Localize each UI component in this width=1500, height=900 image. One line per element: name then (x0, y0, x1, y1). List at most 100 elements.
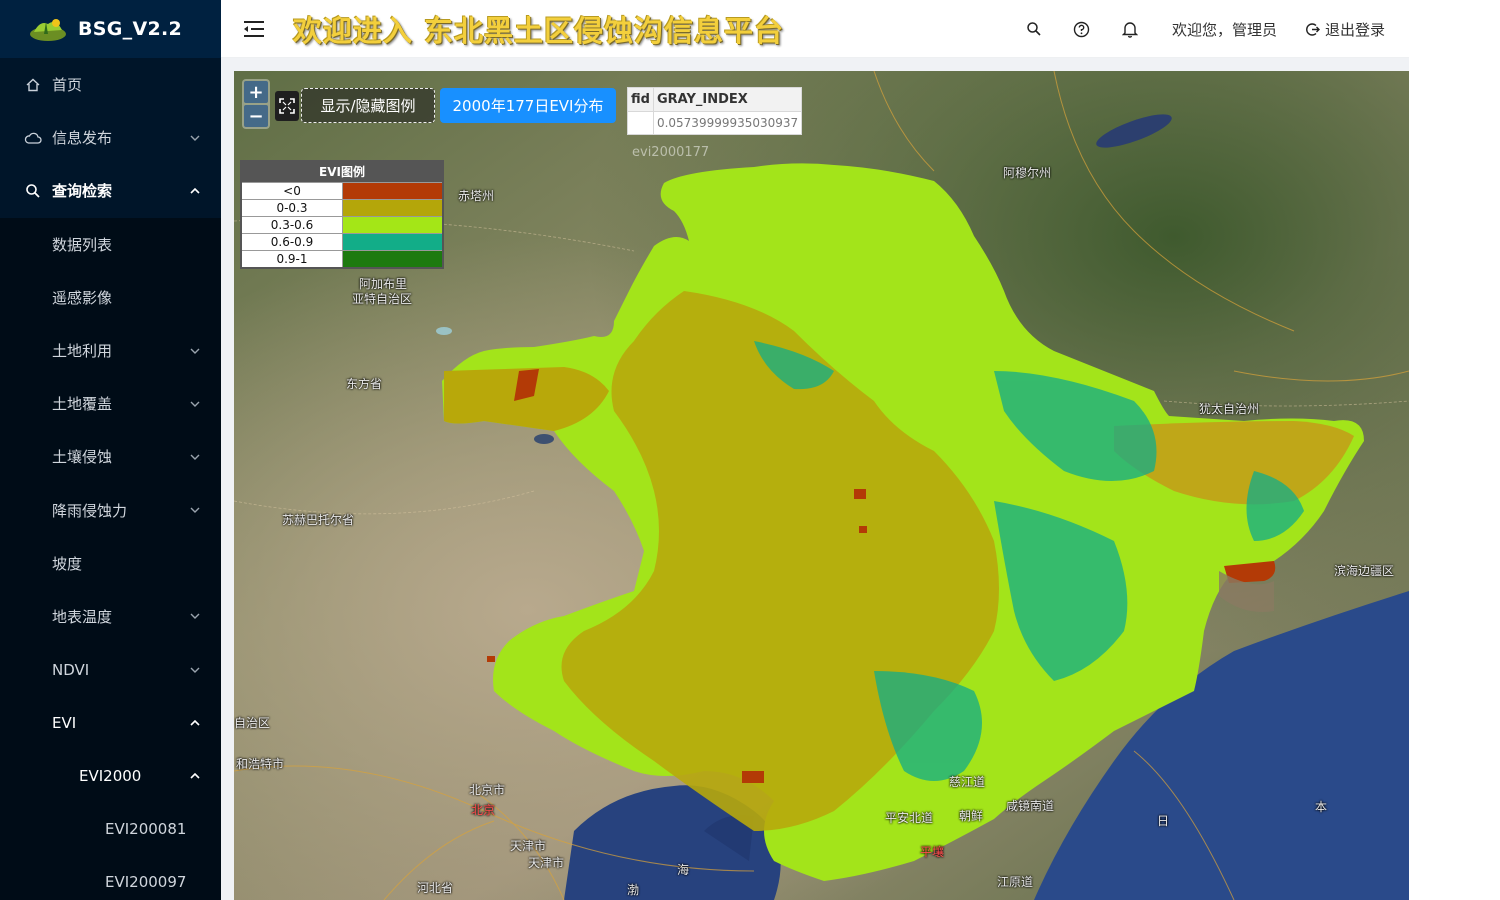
sidebar-item-label: 地表温度 (52, 607, 113, 626)
sidebar-item-label: 首页 (52, 76, 83, 95)
place-label: 亚特自治区 (352, 292, 413, 306)
sidebar-item-ndvi[interactable]: NDVI (0, 643, 221, 696)
question-circle-icon (1074, 21, 1090, 37)
sidebar-item-label: 土地覆盖 (52, 395, 113, 414)
chevron-down-icon (189, 504, 201, 516)
sidebar-item-label: 土壤侵蚀 (52, 448, 113, 467)
sidebar-item-home[interactable]: 首页 (0, 58, 221, 111)
sidebar-item-label: 信息发布 (52, 129, 113, 148)
sidebar-item-query[interactable]: 查询检索 (0, 164, 221, 217)
layer-select-button[interactable]: 2000年177日EVI分布 (440, 88, 616, 123)
chevron-down-icon (189, 664, 201, 676)
legend-label: 0.3-0.6 (242, 217, 343, 233)
sidebar-item-soil-erosion[interactable]: 土壤侵蚀 (0, 430, 221, 483)
legend-label: 0.6-0.9 (242, 234, 343, 250)
menu-fold-icon (244, 20, 264, 37)
legend-toggle-button[interactable]: 显示/隐藏图例 (301, 88, 435, 123)
notification-button[interactable] (1106, 0, 1154, 58)
chevron-down-icon (189, 345, 201, 357)
legend-label: 0.9-1 (242, 251, 343, 267)
header-search-button[interactable] (1010, 0, 1058, 58)
sidebar-item-label: EVI2000 (79, 767, 142, 786)
sidebar-item-evi200081[interactable]: EVI200081 (0, 803, 221, 856)
place-label: 海 (677, 863, 690, 877)
legend-label: <0 (242, 183, 343, 199)
legend-row: 0.6-0.9 (242, 233, 442, 250)
app-name: BSG_V2.2 (78, 18, 183, 40)
place-label: 东方省 (346, 377, 383, 391)
place-label: 和浩特市 (236, 757, 285, 771)
search-icon (24, 182, 42, 200)
chevron-down-icon (189, 398, 201, 410)
header-actions: 欢迎您，管理员 退出登录 (1010, 0, 1385, 58)
sidebar-item-label: 降雨侵蚀力 (52, 501, 128, 520)
sidebar-item-label: EVI (52, 713, 77, 732)
chevron-up-icon (189, 717, 201, 729)
sidebar-item-label: EVI200097 (105, 873, 187, 892)
page-title: 欢迎进入 东北黑土区侵蚀沟信息平台 (293, 13, 785, 48)
home-icon (24, 76, 42, 94)
help-button[interactable] (1058, 0, 1106, 58)
feature-info-table: fid GRAY_INDEX 0.05739999935030937 (627, 87, 803, 135)
sidebar-item-label: 坡度 (52, 554, 83, 573)
place-label: 江原道 (997, 875, 1034, 889)
place-label: 天津市 (528, 856, 565, 870)
sidebar-item-land-use[interactable]: 土地利用 (0, 324, 221, 377)
chevron-down-icon (189, 451, 201, 463)
place-label: 渤 (627, 883, 640, 897)
table-header: GRAY_INDEX (652, 87, 803, 112)
legend-row: 0.9-1 (242, 250, 442, 267)
map-view[interactable]: 赤塔州 阿穆尔州 阿加布里 亚特自治区 东方省 犹太自治州 苏赫巴托尔省 滨海边… (234, 71, 1409, 900)
sidebar-item-evi200097[interactable]: EVI200097 (0, 856, 221, 900)
logo-icon (30, 19, 66, 41)
place-label: 北京 (471, 803, 496, 817)
sidebar-item-evi2000[interactable]: EVI2000 (0, 749, 221, 802)
side-menu: 首页 信息发布 查询检索 数据列表 遥感影像 土地利用 土地覆盖 土壤侵蚀 降雨… (0, 58, 221, 900)
feature-layer-label: evi2000177 (632, 145, 710, 160)
sidebar-item-land-cover[interactable]: 土地覆盖 (0, 377, 221, 430)
legend-label: 0-0.3 (242, 200, 343, 216)
legend-swatch (343, 183, 442, 199)
place-label: 咸镜南道 (1006, 799, 1055, 813)
zoom-in-button[interactable]: + (244, 81, 268, 103)
sidebar-item-label: EVI200081 (105, 820, 187, 839)
place-label: 自治区 (234, 716, 271, 730)
sidebar-item-label: 数据列表 (52, 235, 113, 254)
chevron-up-icon (189, 185, 201, 197)
zoom-out-button[interactable]: − (244, 105, 268, 127)
legend-swatch (343, 217, 442, 233)
sidebar-item-data-list[interactable]: 数据列表 (0, 218, 221, 271)
logout-button[interactable]: 退出登录 (1305, 19, 1385, 40)
sidebar-item-slope[interactable]: 坡度 (0, 537, 221, 590)
place-label: 慈江道 (949, 775, 986, 789)
place-label: 犹太自治州 (1199, 402, 1260, 416)
evi-legend: EVI图例 <0 0-0.3 0.3-0.6 0.6-0.9 0.9-1 (240, 160, 444, 269)
place-label: 阿穆尔州 (1003, 166, 1052, 180)
sidebar-item-surface-temperature[interactable]: 地表温度 (0, 590, 221, 643)
sidebar-item-rainfall-erosivity[interactable]: 降雨侵蚀力 (0, 484, 221, 537)
sidebar-item-evi[interactable]: EVI (0, 696, 221, 749)
place-label: 平安北道 (885, 811, 934, 825)
user-welcome[interactable]: 欢迎您，管理员 (1172, 19, 1277, 40)
fullscreen-icon (279, 98, 295, 114)
place-label: 北京市 (469, 783, 506, 797)
fullscreen-button[interactable] (275, 91, 299, 121)
brand[interactable]: BSG_V2.2 (0, 0, 221, 58)
menu-fold-button[interactable] (241, 18, 267, 40)
sidebar-item-label: 查询检索 (52, 182, 113, 201)
place-label: 赤塔州 (458, 189, 495, 203)
place-label: 天津市 (510, 839, 547, 853)
chevron-down-icon (189, 132, 201, 144)
place-label: 本 (1315, 800, 1328, 814)
place-label: 朝鲜 (959, 809, 984, 823)
zoom-control: + − (242, 79, 270, 129)
query-submenu: 数据列表 遥感影像 土地利用 土地覆盖 土壤侵蚀 降雨侵蚀力 坡度 地表温度 N… (0, 217, 221, 900)
place-label: 平壤 (920, 845, 945, 859)
sidebar-item-label: 遥感影像 (52, 288, 113, 307)
sidebar-item-remote-sensing[interactable]: 遥感影像 (0, 271, 221, 324)
chevron-up-icon (189, 770, 201, 782)
legend-row: 0-0.3 (242, 199, 442, 216)
legend-swatch (343, 234, 442, 250)
sidebar-item-publish[interactable]: 信息发布 (0, 111, 221, 164)
legend-title: EVI图例 (242, 162, 442, 182)
